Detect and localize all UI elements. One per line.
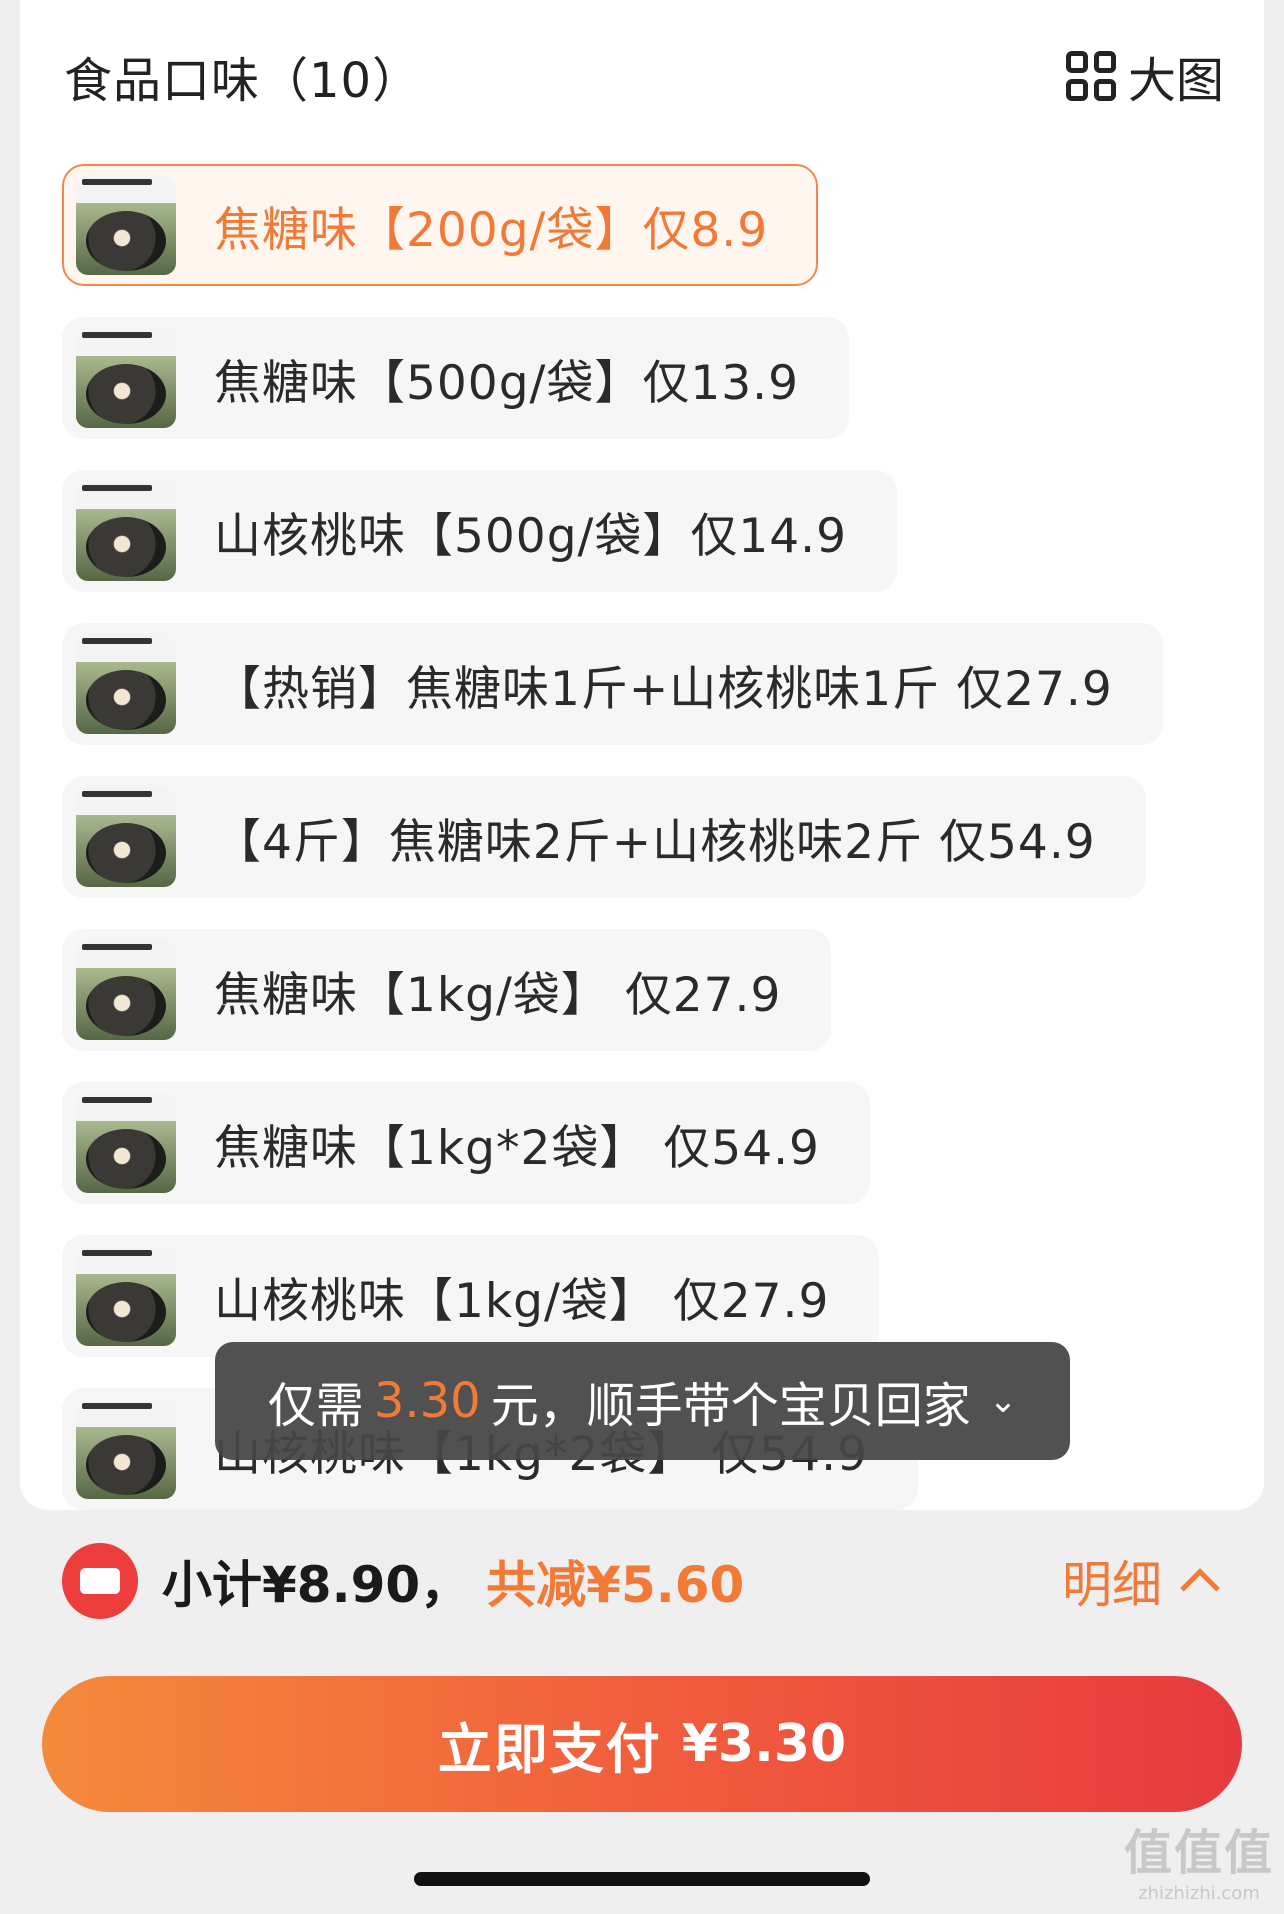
product-thumbnail <box>76 634 176 734</box>
upsell-toast[interactable]: 仅需 3.30 元，顺手带个宝贝回家 ⌄ <box>215 1342 1070 1460</box>
option-label: 山核桃味【1kg/袋】 仅27.9 <box>214 1273 830 1329</box>
toast-suffix: 元，顺手带个宝贝回家 <box>490 1378 971 1434</box>
option-label: 【热销】焦糖味1斤+山核桃味1斤 仅27.9 <box>214 661 1113 717</box>
detail-toggle[interactable]: 明细 <box>1062 1545 1220 1617</box>
product-thumbnail <box>76 175 176 275</box>
option-label: 焦糖味【500g/袋】仅13.9 <box>214 355 800 411</box>
grid-icon <box>1065 51 1116 101</box>
pay-button-label: 立即支付 <box>437 1717 662 1781</box>
option-item[interactable]: 山核桃味【500g/袋】仅14.9 <box>62 470 898 592</box>
product-thumbnail <box>76 940 176 1040</box>
option-item[interactable]: 焦糖味【1kg/袋】 仅27.9 <box>62 929 832 1051</box>
subtotal-text: 小计¥8.90， <box>162 1556 471 1614</box>
product-thumbnail <box>76 481 176 581</box>
toast-prefix: 仅需 <box>267 1378 364 1434</box>
option-item[interactable]: 焦糖味【500g/袋】仅13.9 <box>62 317 850 439</box>
price-summary: 小计¥8.90， 共减¥5.60 明细 <box>62 1543 1220 1619</box>
product-thumbnail <box>76 1093 176 1193</box>
big-view-toggle[interactable]: 大图 <box>1065 41 1224 111</box>
flavor-options: 焦糖味【200g/袋】仅8.9 焦糖味【500g/袋】仅13.9 山核桃味【50… <box>62 164 1224 1510</box>
chevron-up-icon <box>1180 1568 1220 1608</box>
sku-sheet: 食品口味（10） 大图 焦糖味【200g/袋】仅8.9 焦糖味【500g/袋】仅… <box>20 0 1264 1510</box>
discount-text: 共减¥5.60 <box>486 1556 745 1614</box>
option-label: 山核桃味【500g/袋】仅14.9 <box>214 508 848 564</box>
detail-label: 明细 <box>1062 1556 1162 1614</box>
option-label: 焦糖味【1kg*2袋】 仅54.9 <box>214 1120 820 1176</box>
big-view-label: 大图 <box>1127 53 1224 109</box>
watermark-text: 值值值 <box>1123 1825 1274 1881</box>
pay-now-button[interactable]: 立即支付 ¥3.30 <box>42 1676 1242 1812</box>
chevron-down-icon: ⌄ <box>988 1381 1018 1421</box>
watermark-url: zhizhizhi.com <box>1138 1883 1260 1904</box>
option-item[interactable]: 焦糖味【1kg*2袋】 仅54.9 <box>62 1082 870 1204</box>
sheet-header: 食品口味（10） 大图 <box>64 40 1224 112</box>
product-thumbnail <box>76 1399 176 1499</box>
product-thumbnail <box>76 1246 176 1346</box>
option-label: 【4斤】焦糖味2斤+山核桃味2斤 仅54.9 <box>214 814 1096 870</box>
product-thumbnail <box>76 328 176 428</box>
option-item[interactable]: 【热销】焦糖味1斤+山核桃味1斤 仅27.9 <box>62 623 1163 745</box>
section-title: 食品口味（10） <box>64 53 422 109</box>
option-label: 焦糖味【200g/袋】仅8.9 <box>214 202 769 258</box>
toast-amount: 3.30 <box>373 1373 481 1429</box>
watermark-logo: 值值值 zhizhizhi.com <box>1124 1813 1274 1904</box>
coupon-icon <box>62 1543 138 1619</box>
option-item[interactable]: 焦糖味【200g/袋】仅8.9 <box>62 164 819 286</box>
option-item[interactable]: 【4斤】焦糖味2斤+山核桃味2斤 仅54.9 <box>62 776 1146 898</box>
home-indicator <box>414 1872 870 1886</box>
pay-button-amount: ¥3.30 <box>681 1714 847 1774</box>
option-item[interactable]: 山核桃味【1kg/袋】 仅27.9 <box>62 1235 880 1357</box>
product-thumbnail <box>76 787 176 887</box>
option-label: 焦糖味【1kg/袋】 仅27.9 <box>214 967 782 1023</box>
